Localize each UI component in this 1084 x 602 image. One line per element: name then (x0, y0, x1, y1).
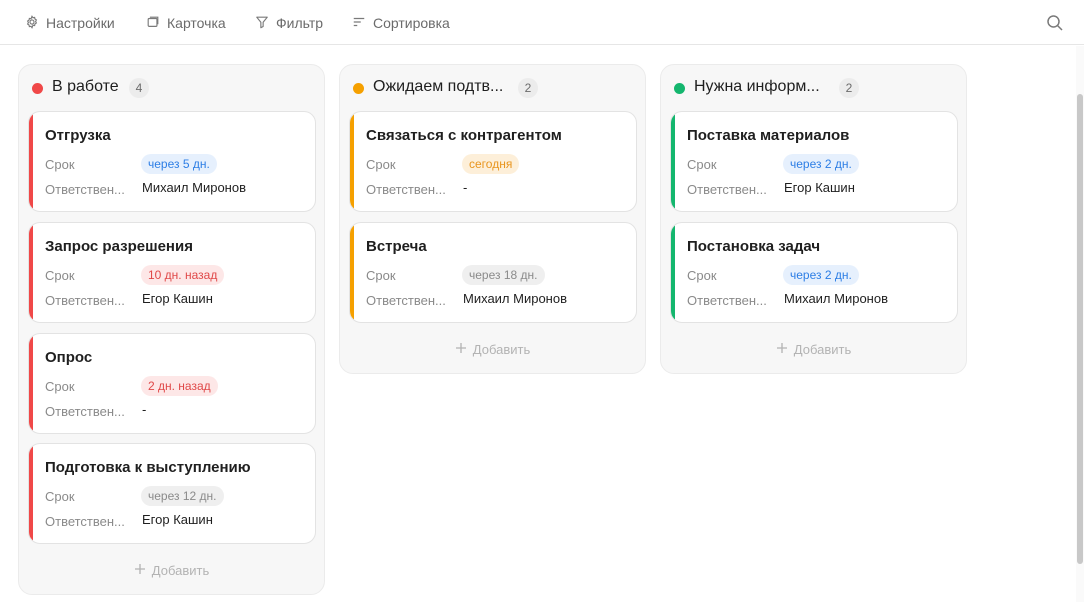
card-status-bar (29, 334, 33, 433)
plus-icon (776, 342, 788, 357)
card-status-bar (350, 223, 354, 322)
column-title: Ожидаем подтв... (373, 78, 504, 95)
responsible-label: Ответствен... (45, 404, 125, 419)
task-card[interactable]: Отгрузка Срок через 5 дн. Ответствен... … (28, 111, 316, 212)
status-dot (674, 83, 685, 94)
vertical-scrollbar[interactable] (1076, 46, 1084, 602)
card-view-button[interactable]: Карточка (146, 13, 226, 33)
due-badge: через 12 дн. (141, 486, 224, 506)
card-title: Запрос разрешения (45, 238, 193, 255)
column-title: В работе (52, 78, 119, 95)
add-card-label: Добавить (472, 341, 531, 357)
card-view-label: Карточка (167, 15, 226, 31)
responsible-label: Ответствен... (687, 182, 767, 197)
card-status-bar (29, 444, 33, 543)
card-status-bar (29, 112, 33, 211)
card-title: Подготовка к выступлению (45, 459, 251, 476)
due-label: Срок (45, 379, 75, 394)
card-status-bar (350, 112, 354, 211)
plus-icon (455, 342, 467, 357)
responsible-value: - (142, 402, 147, 417)
filter-button[interactable]: Фильтр (255, 13, 323, 33)
responsible-value: Михаил Миронов (784, 291, 888, 306)
search-icon (1046, 15, 1064, 36)
responsible-value: - (463, 180, 468, 195)
column-need-info: Нужна информ... 2 Поставка материалов Ср… (660, 64, 967, 374)
responsible-label: Ответствен... (45, 182, 125, 197)
add-card-button[interactable]: Добавить (340, 339, 645, 359)
due-badge: 10 дн. назад (141, 265, 225, 285)
status-dot (32, 83, 43, 94)
task-card[interactable]: Запрос разрешения Срок 10 дн. назад Отве… (28, 222, 316, 323)
column-count: 2 (518, 78, 538, 98)
toolbar: Настройки Карточка Фильтр Сортировка (0, 0, 1084, 45)
responsible-value: Михаил Миронов (463, 291, 567, 306)
column-header[interactable]: Ожидаем подтв... 2 (340, 65, 645, 111)
task-card[interactable]: Встреча Срок через 18 дн. Ответствен... … (349, 222, 637, 323)
due-label: Срок (45, 157, 75, 172)
scrollbar-thumb[interactable] (1077, 94, 1083, 564)
sort-button[interactable]: Сортировка (352, 13, 450, 33)
column-title: Нужна информ... (694, 78, 820, 95)
card-status-bar (671, 112, 675, 211)
card-title: Встреча (366, 238, 427, 255)
due-badge: через 18 дн. (462, 265, 545, 285)
task-card[interactable]: Связаться с контрагентом Срок сегодня От… (349, 111, 637, 212)
card-title: Поставка материалов (687, 127, 850, 144)
plus-icon (134, 563, 146, 578)
task-card[interactable]: Поставка материалов Срок через 2 дн. Отв… (670, 111, 958, 212)
due-label: Срок (45, 489, 75, 504)
due-badge: 2 дн. назад (141, 376, 218, 396)
card-status-bar (29, 223, 33, 322)
due-badge: сегодня (462, 154, 520, 174)
sort-label: Сортировка (373, 15, 450, 31)
due-label: Срок (687, 157, 717, 172)
filter-label: Фильтр (276, 15, 324, 31)
column-header[interactable]: Нужна информ... 2 (661, 65, 966, 111)
responsible-value: Егор Кашин (784, 180, 855, 195)
responsible-label: Ответствен... (366, 293, 446, 308)
responsible-label: Ответствен... (687, 293, 767, 308)
add-card-button[interactable]: Добавить (19, 560, 324, 580)
search-button[interactable] (1046, 14, 1064, 32)
due-label: Срок (45, 268, 75, 283)
card-title: Постановка задач (687, 238, 821, 255)
due-badge: через 2 дн. (783, 265, 859, 285)
column-count: 2 (839, 78, 859, 98)
settings-button[interactable]: Настройки (25, 13, 115, 33)
column-header[interactable]: В работе 4 (19, 65, 324, 111)
card-icon (146, 15, 160, 32)
add-card-label: Добавить (151, 562, 210, 578)
task-card[interactable]: Подготовка к выступлению Срок через 12 д… (28, 443, 316, 544)
add-card-label: Добавить (793, 341, 852, 357)
responsible-label: Ответствен... (45, 293, 125, 308)
responsible-value: Егор Кашин (142, 291, 213, 306)
settings-label: Настройки (46, 15, 115, 31)
card-title: Связаться с контрагентом (366, 127, 562, 144)
filter-icon (255, 15, 269, 32)
kanban-board: В работе 4 Отгрузка Срок через 5 дн. Отв… (0, 46, 1076, 602)
card-title: Отгрузка (45, 127, 111, 144)
responsible-value: Михаил Миронов (142, 180, 246, 195)
due-label: Срок (687, 268, 717, 283)
responsible-label: Ответствен... (366, 182, 446, 197)
due-label: Срок (366, 268, 396, 283)
due-badge: через 2 дн. (783, 154, 859, 174)
status-dot (353, 83, 364, 94)
responsible-value: Егор Кашин (142, 512, 213, 527)
due-badge: через 5 дн. (141, 154, 217, 174)
column-in-progress: В работе 4 Отгрузка Срок через 5 дн. Отв… (18, 64, 325, 595)
sort-icon (352, 15, 366, 32)
card-title: Опрос (45, 349, 93, 366)
add-card-button[interactable]: Добавить (661, 339, 966, 359)
gear-icon (25, 14, 39, 32)
task-card[interactable]: Опрос Срок 2 дн. назад Ответствен... - (28, 333, 316, 434)
task-card[interactable]: Постановка задач Срок через 2 дн. Ответс… (670, 222, 958, 323)
responsible-label: Ответствен... (45, 514, 125, 529)
column-awaiting-confirmation: Ожидаем подтв... 2 Связаться с контраген… (339, 64, 646, 374)
card-status-bar (671, 223, 675, 322)
column-count: 4 (129, 78, 149, 98)
due-label: Срок (366, 157, 396, 172)
